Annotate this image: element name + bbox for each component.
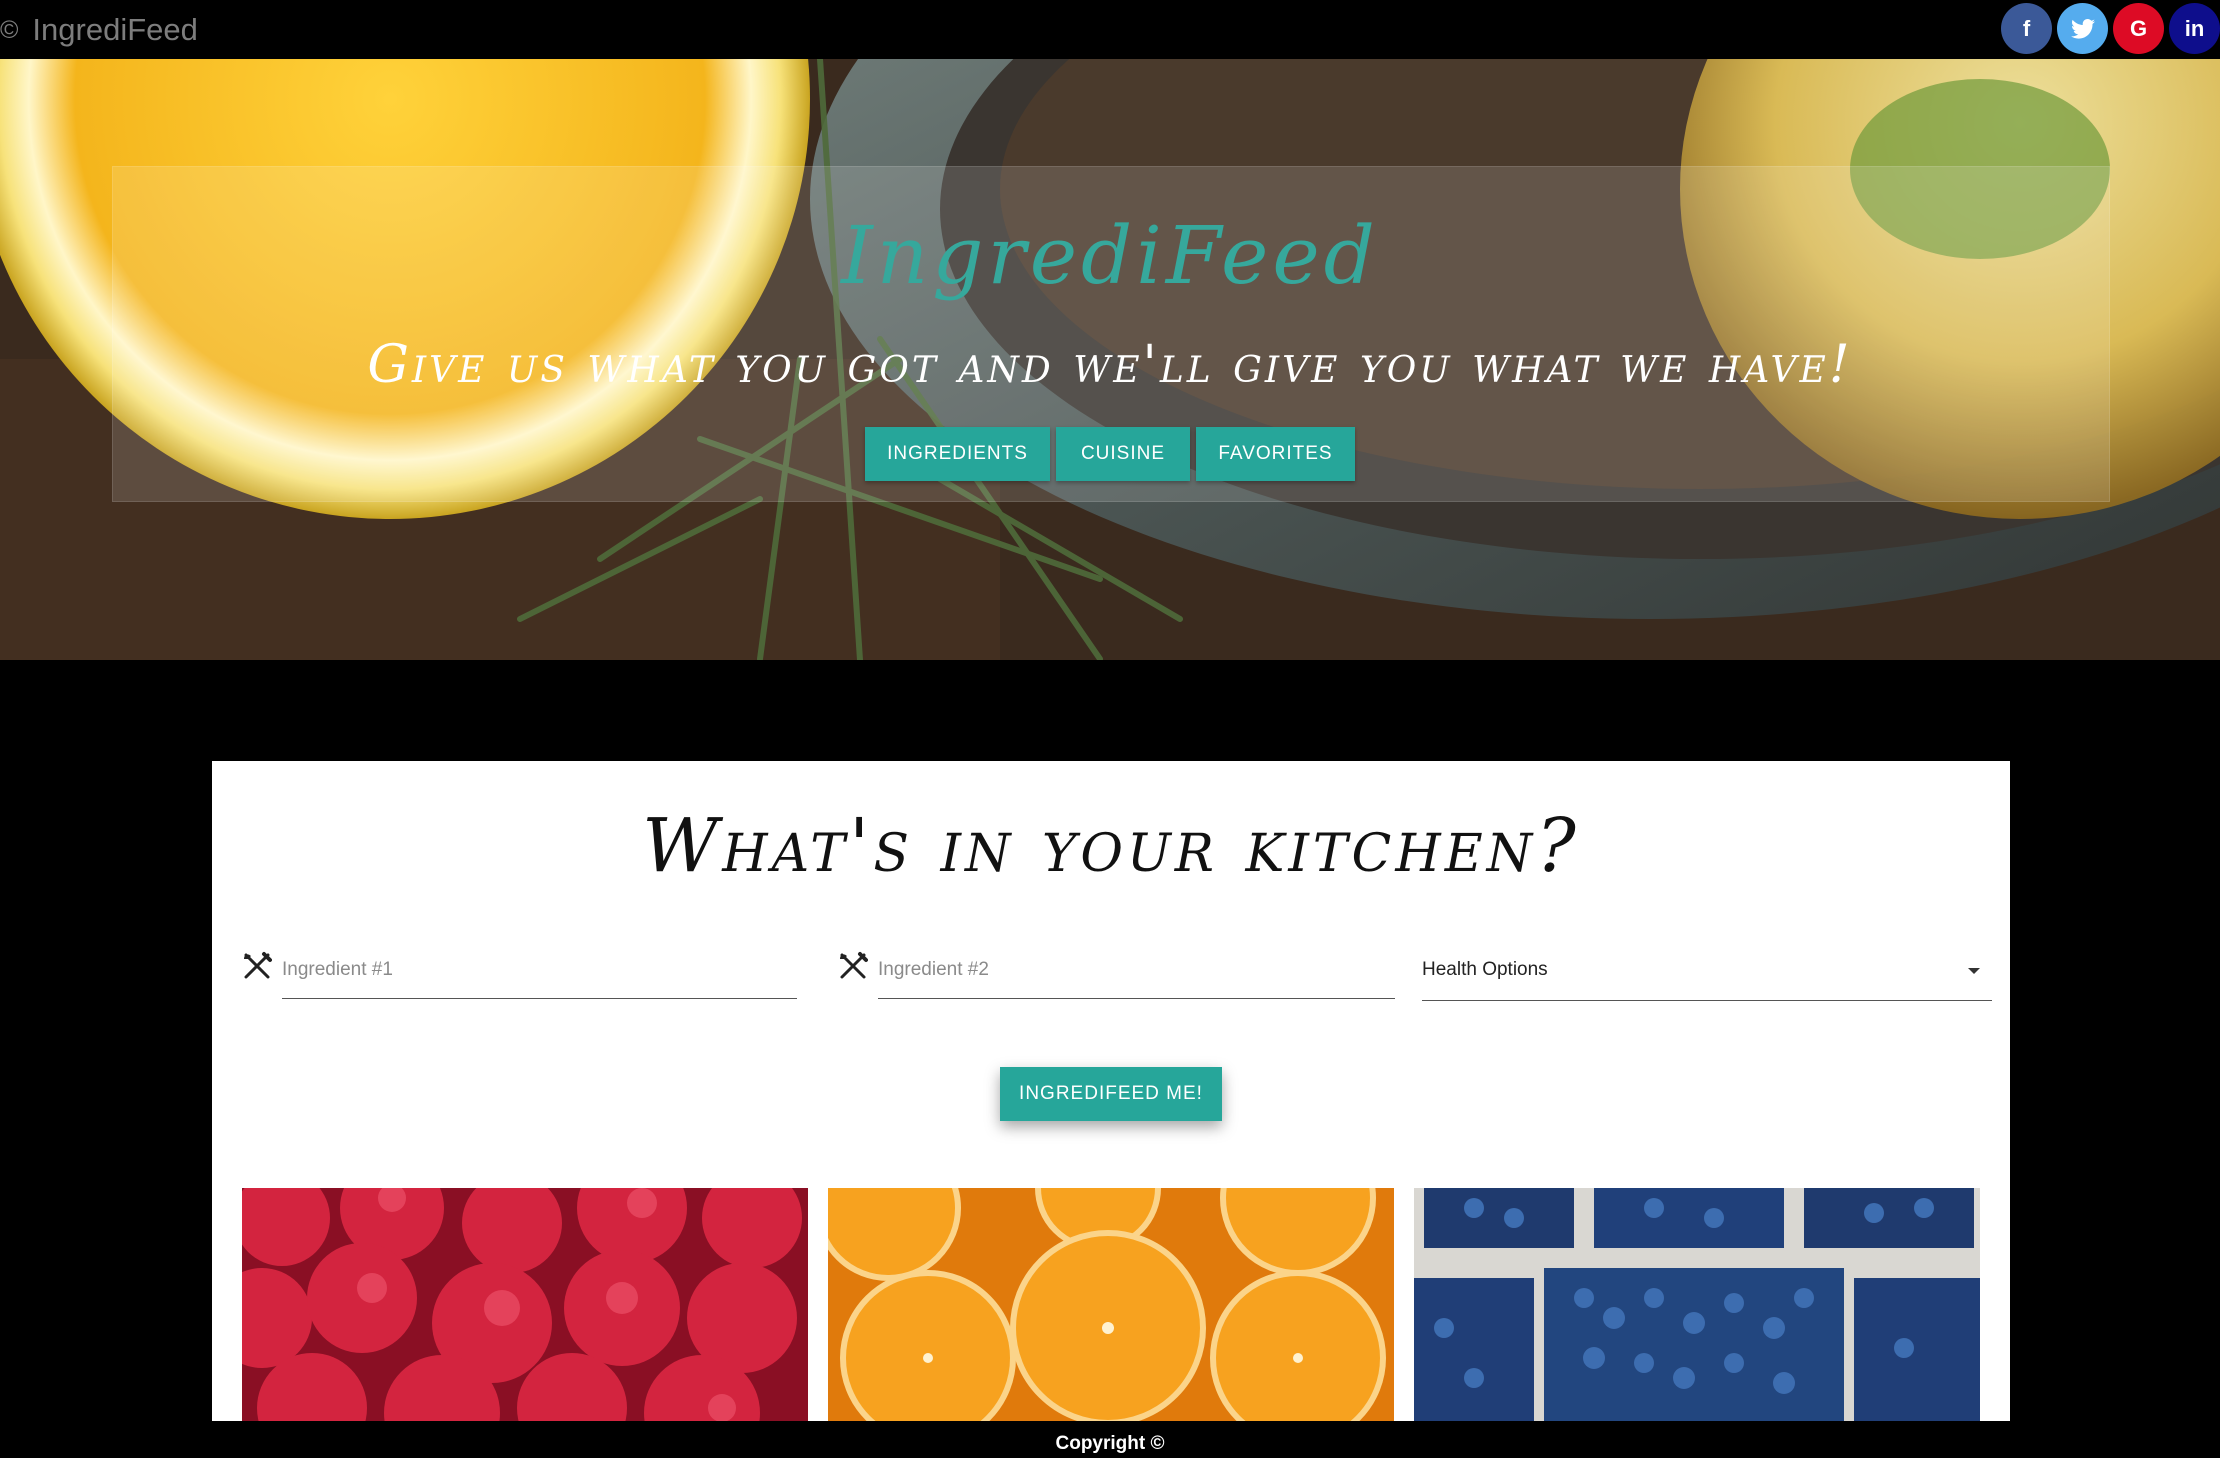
page-footer: Copyright © — [0, 1421, 2220, 1458]
blueberries-image[interactable] — [1414, 1188, 1980, 1421]
raspberries-photo — [242, 1188, 808, 1421]
health-options-select[interactable]: Health Options — [1422, 941, 1992, 1001]
ingredient-2-field — [838, 941, 1398, 1001]
hero-banner: IngrediFeed Give us what you got and we'… — [0, 59, 2220, 660]
cuisine-button[interactable]: Cuisine — [1056, 427, 1190, 481]
ingredifeed-submit-button[interactable]: INGREDIFEED ME! — [1000, 1067, 1222, 1121]
linkedin-icon[interactable]: in — [2169, 3, 2220, 54]
utensils-icon — [244, 952, 272, 979]
dropdown-caret-icon — [1968, 968, 1980, 974]
top-navbar: © IngrediFeed f G in — [0, 0, 2220, 59]
search-heading: What's in your kitchen? — [642, 803, 1580, 889]
ingredients-button[interactable]: Ingredients — [865, 427, 1050, 481]
favorites-button[interactable]: Favorites — [1196, 427, 1355, 481]
twitter-bird-glyph — [2070, 18, 2095, 39]
google-icon[interactable]: G — [2113, 3, 2164, 54]
ingredient-2-input[interactable] — [878, 941, 1395, 999]
health-options-value: Health Options — [1422, 959, 1548, 980]
raspberries-image[interactable] — [242, 1188, 808, 1421]
twitter-icon[interactable] — [2057, 3, 2108, 54]
utensils-icon — [840, 952, 868, 979]
hero-nav-buttons: Ingredients Cuisine Favorites — [0, 427, 2220, 481]
search-card: What's in your kitchen? Health Options I… — [212, 761, 2010, 1421]
copyright-symbol: © — [0, 15, 19, 44]
ingredient-1-field — [242, 941, 797, 1001]
hero-title: IngrediFeed — [841, 209, 1379, 302]
oranges-photo — [828, 1188, 1394, 1421]
footer-copyright: Copyright © — [1055, 1433, 1165, 1454]
social-links: f G in — [1996, 3, 2220, 54]
facebook-icon[interactable]: f — [2001, 3, 2052, 54]
ingredient-1-input[interactable] — [282, 941, 797, 999]
hero-tagline: Give us what you got and we'll give you … — [367, 335, 1853, 395]
blueberries-photo — [1414, 1188, 1980, 1421]
navbar-brand[interactable]: © IngrediFeed — [0, 8, 198, 52]
oranges-image[interactable] — [828, 1188, 1394, 1421]
brand-name: IngrediFeed — [32, 12, 198, 47]
